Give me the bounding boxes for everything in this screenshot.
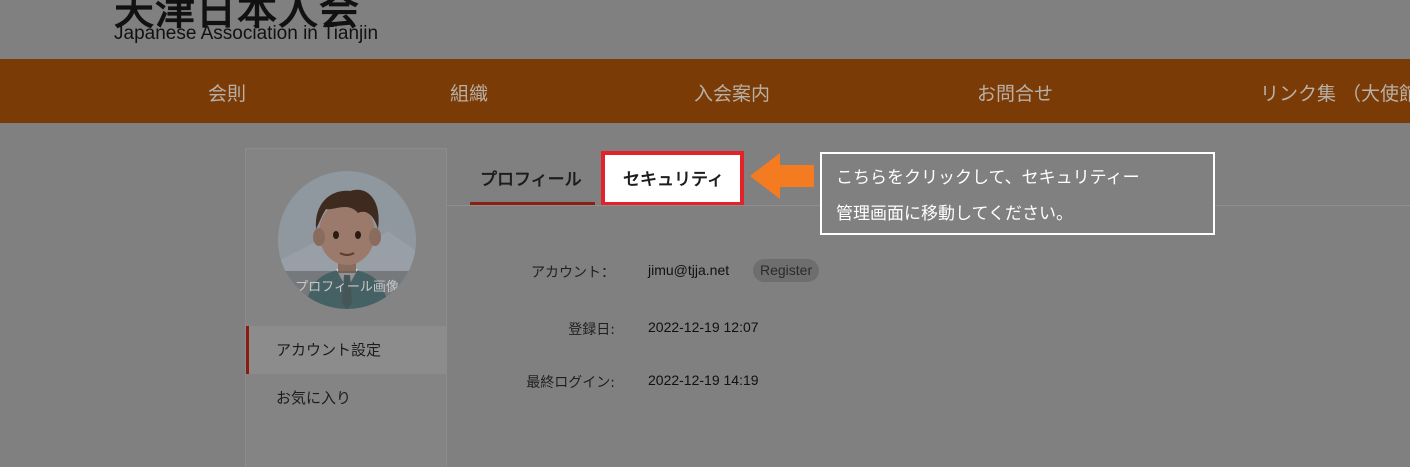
nav-item-membership[interactable]: 入会案内 bbox=[694, 79, 770, 106]
callout-line-1: こちらをクリックして、セキュリティー bbox=[836, 168, 1140, 188]
instruction-callout: こちらをクリックして、セキュリティー 管理画面に移動してください。 bbox=[820, 152, 1215, 235]
logo-english-subtitle[interactable]: Japanese Association in Tianjin bbox=[114, 23, 378, 45]
nav-item-organization[interactable]: 組織 bbox=[450, 79, 488, 106]
site-header: 天津日本人会 Japanese Association in Tianjin bbox=[0, 0, 1410, 59]
tab-security[interactable]: セキュリティ bbox=[623, 165, 724, 190]
main-nav: 会則 組織 入会案内 お問合せ リンク集 （大使館 bbox=[0, 59, 1410, 123]
tab-profile[interactable]: プロフィール bbox=[480, 165, 582, 190]
nav-item-contact[interactable]: お問合せ bbox=[977, 79, 1053, 106]
pointer-arrow-icon bbox=[750, 153, 814, 199]
sidebar-item-account-settings[interactable]: アカウント設定 bbox=[246, 326, 446, 374]
avatar[interactable]: プロフィール画像 bbox=[278, 171, 416, 309]
registered-date-label: 登録日: bbox=[568, 322, 615, 338]
registered-date-value: 2022-12-19 12:07 bbox=[648, 319, 759, 335]
nav-item-links[interactable]: リンク集 （大使館 bbox=[1260, 79, 1410, 106]
account-value: jimu@tjja.net bbox=[648, 262, 730, 278]
nav-item-rules[interactable]: 会則 bbox=[208, 79, 246, 106]
register-badge[interactable]: Register bbox=[753, 259, 820, 282]
sidebar-item-favorites[interactable]: お気に入り bbox=[246, 374, 446, 422]
callout-line-2: 管理画面に移動してください。 bbox=[836, 204, 1073, 224]
avatar-caption: プロフィール画像 bbox=[278, 271, 416, 309]
last-login-value: 2022-12-19 14:19 bbox=[648, 372, 759, 388]
account-label: アカウント： bbox=[531, 265, 615, 281]
last-login-label: 最終ログイン: bbox=[526, 375, 615, 391]
account-sidebar: プロフィール画像 アカウント設定 お気に入り bbox=[245, 148, 447, 467]
